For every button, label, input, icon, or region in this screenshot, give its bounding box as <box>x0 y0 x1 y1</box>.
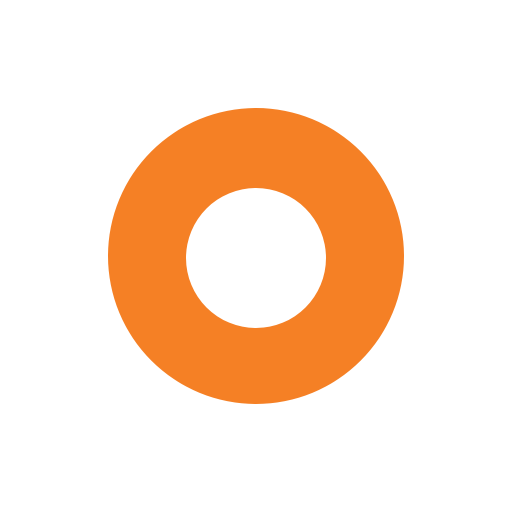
orange-ring-icon <box>108 108 404 404</box>
ring-shape <box>108 108 404 404</box>
icon-canvas <box>0 0 512 512</box>
